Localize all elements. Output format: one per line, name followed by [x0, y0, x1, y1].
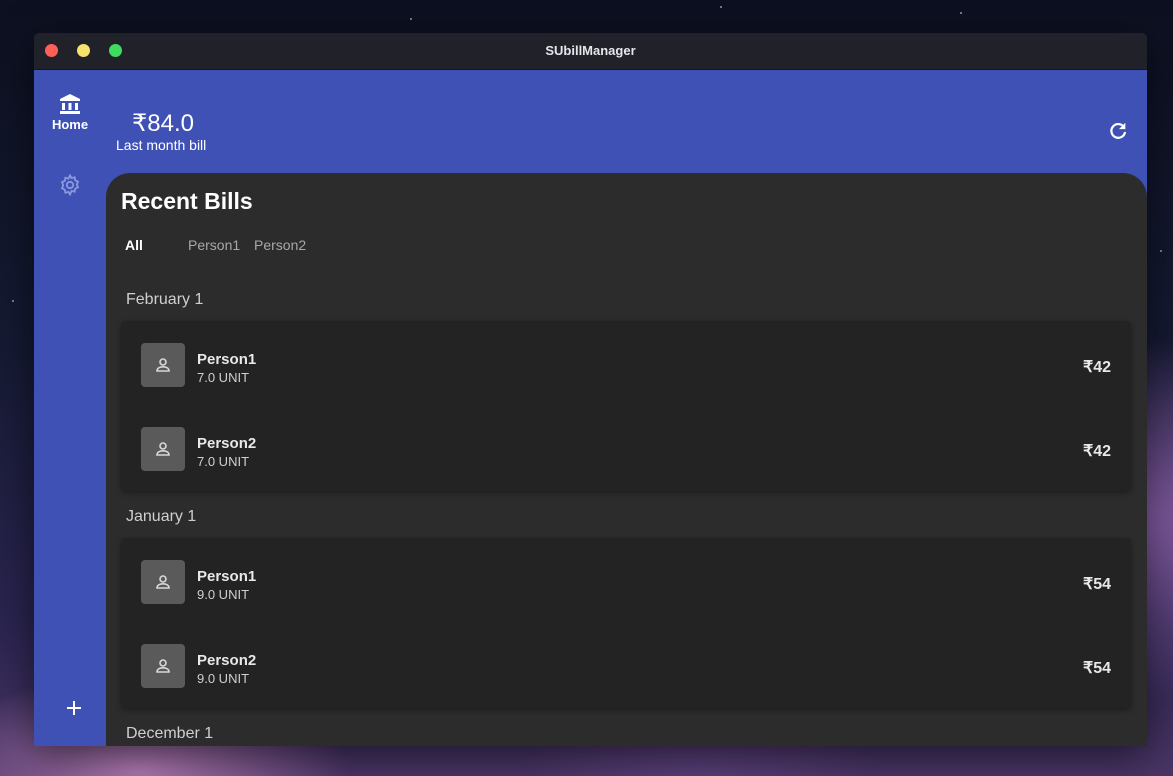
nav-settings[interactable]: [58, 173, 82, 197]
tab-person1[interactable]: Person1: [188, 237, 240, 253]
bill-row[interactable]: Person2 9.0 UNIT ₹54: [121, 622, 1131, 706]
bill-row[interactable]: Person1 7.0 UNIT ₹42: [121, 321, 1131, 405]
last-month-amount: ₹84.0: [132, 110, 194, 137]
recent-bills-panel: Recent Bills All Person1 Person2 Februar…: [106, 173, 1147, 746]
bill-units: 7.0 UNIT: [197, 454, 250, 469]
bill-person-name: Person1: [197, 351, 257, 368]
sidebar: Home: [34, 69, 106, 746]
person-icon: [156, 358, 170, 372]
gear-icon: [60, 173, 80, 197]
title-bar: SUbillManager: [34, 33, 1147, 70]
background-star: [410, 18, 412, 20]
avatar: [141, 343, 185, 387]
avatar: [141, 560, 185, 604]
avatar: [141, 644, 185, 688]
group-date-label: February 1: [126, 291, 204, 308]
person-icon: [156, 659, 170, 673]
group-date-label: January 1: [126, 508, 197, 525]
bill-row[interactable]: Person2 7.0 UNIT ₹42: [121, 405, 1131, 489]
refresh-icon: [1110, 122, 1126, 139]
tab-all[interactable]: All: [125, 237, 143, 253]
refresh-button[interactable]: [1107, 120, 1129, 142]
plus-icon: [67, 701, 81, 715]
group-date-label: December 1: [126, 725, 214, 742]
bill-amount: ₹42: [1083, 359, 1111, 376]
bill-person-name: Person2: [197, 435, 257, 452]
bill-person-name: Person1: [197, 568, 257, 585]
add-bill-button[interactable]: [62, 696, 86, 720]
bill-person-name: Person2: [197, 652, 257, 669]
background-star: [720, 6, 722, 8]
person-icon: [156, 575, 170, 589]
bill-amount: ₹54: [1083, 576, 1111, 593]
bill-group-card: Person1 9.0 UNIT ₹54 Person2 9.0 UNIT ₹5…: [121, 538, 1131, 708]
app-window: SUbillManager Home ₹84.0 Last month bill…: [34, 33, 1147, 746]
avatar: [141, 427, 185, 471]
background-star: [12, 300, 14, 302]
bill-units: 9.0 UNIT: [197, 671, 250, 686]
bill-group-card: Person1 7.0 UNIT ₹42 Person2 7.0 UNIT ₹4…: [121, 321, 1131, 491]
background-star: [960, 12, 962, 14]
bill-amount: ₹54: [1083, 660, 1111, 677]
bill-units: 7.0 UNIT: [197, 370, 250, 385]
bill-row[interactable]: Person1 9.0 UNIT ₹54: [121, 538, 1131, 622]
panel-title: Recent Bills: [121, 188, 253, 214]
tab-person2[interactable]: Person2: [254, 237, 306, 253]
nav-home[interactable]: Home: [40, 93, 100, 135]
bill-amount: ₹42: [1083, 443, 1111, 460]
nav-home-label: Home: [51, 117, 89, 132]
background-star: [1160, 250, 1162, 252]
last-month-label: Last month bill: [116, 137, 207, 153]
window-title: SUbillManager: [545, 43, 636, 58]
bank-icon: [60, 94, 80, 114]
person-icon: [156, 442, 170, 456]
bill-units: 9.0 UNIT: [197, 587, 250, 602]
